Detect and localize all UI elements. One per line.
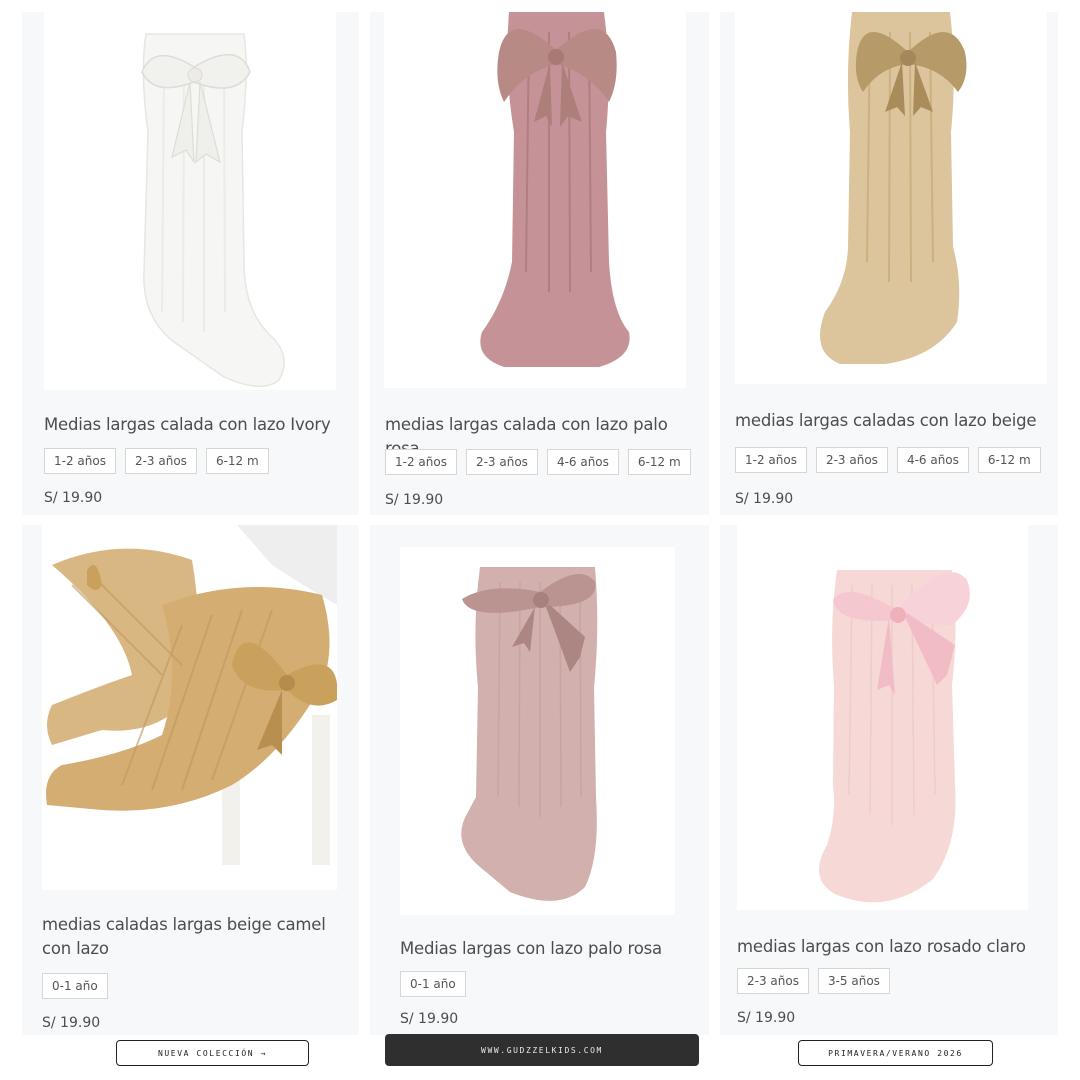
size-option[interactable]: 1-2 años bbox=[735, 447, 807, 473]
product-price: S/ 19.90 bbox=[735, 491, 794, 507]
product-price: S/ 19.90 bbox=[737, 1010, 796, 1026]
product-title[interactable]: medias caladas largas beige camel con la… bbox=[42, 913, 342, 961]
size-options: 0-1 año bbox=[42, 973, 108, 999]
size-option[interactable]: 0-1 año bbox=[400, 971, 466, 997]
product-image-camel-socks[interactable] bbox=[42, 525, 337, 890]
size-option[interactable]: 4-6 años bbox=[546, 449, 619, 475]
size-options: 0-1 año bbox=[400, 971, 466, 997]
pink-openwork-sock-icon bbox=[480, 12, 630, 367]
website-link-button[interactable]: WWW.GUDZZELKIDS.COM bbox=[385, 1034, 699, 1066]
product-image-palo-rosa-sock[interactable] bbox=[384, 12, 686, 388]
size-option[interactable]: 6-12 m bbox=[627, 449, 691, 475]
camel-socks-on-legs-icon bbox=[42, 525, 337, 890]
size-options: 2-3 años 3-5 años bbox=[737, 968, 890, 994]
size-option[interactable]: 6-12 m bbox=[977, 447, 1041, 473]
size-option[interactable]: 1-2 años bbox=[44, 448, 116, 474]
product-card[interactable]: Medias largas calada con lazo Ivory 1-2 … bbox=[22, 12, 359, 515]
size-option[interactable]: 2-3 años bbox=[737, 968, 809, 994]
size-option[interactable]: 2-3 años bbox=[124, 448, 197, 474]
white-knee-sock-icon bbox=[141, 33, 285, 387]
product-card[interactable]: medias largas con lazo rosado claro 2-3 … bbox=[720, 525, 1058, 1035]
new-collection-button[interactable]: NUEVA COLECCIÓN → bbox=[116, 1040, 309, 1066]
size-option[interactable]: 0-1 año bbox=[42, 973, 108, 999]
season-label-button[interactable]: PRIMAVERA/VERANO 2026 bbox=[798, 1040, 993, 1066]
product-price: S/ 19.90 bbox=[42, 1015, 101, 1031]
size-option[interactable]: 2-3 años bbox=[815, 447, 888, 473]
product-title[interactable]: medias largas con lazo rosado claro bbox=[737, 935, 1047, 959]
size-options: 1-2 años 2-3 años 6-12 m bbox=[44, 448, 269, 474]
product-card[interactable]: medias largas caladas con lazo beige 1-2… bbox=[720, 12, 1058, 515]
product-card[interactable]: Medias largas con lazo palo rosa 0-1 año… bbox=[370, 525, 709, 1035]
size-option[interactable]: 2-3 años bbox=[465, 449, 538, 475]
product-image-dusty-pink-sock[interactable] bbox=[400, 547, 675, 915]
size-options: 1-2 años 2-3 años 4-6 años 6-12 m bbox=[735, 447, 1041, 473]
product-card[interactable]: medias largas calada con lazo palo rosa … bbox=[370, 12, 709, 515]
product-image-beige-sock[interactable] bbox=[735, 12, 1047, 384]
product-image-light-pink-sock[interactable] bbox=[737, 525, 1028, 910]
size-option[interactable]: 6-12 m bbox=[205, 448, 269, 474]
product-title[interactable]: medias largas caladas con lazo beige bbox=[735, 409, 1055, 433]
product-title[interactable]: Medias largas calada con lazo Ivory bbox=[44, 413, 344, 437]
product-image-ivory-sock[interactable] bbox=[44, 12, 336, 390]
product-price: S/ 19.90 bbox=[400, 1011, 459, 1027]
size-option[interactable]: 4-6 años bbox=[896, 447, 969, 473]
product-card[interactable]: medias caladas largas beige camel con la… bbox=[22, 525, 359, 1035]
size-option[interactable]: 1-2 años bbox=[385, 449, 457, 475]
beige-openwork-sock-icon bbox=[820, 12, 967, 364]
dusty-pink-sock-icon bbox=[461, 567, 598, 901]
size-option[interactable]: 3-5 años bbox=[817, 968, 890, 994]
light-pink-sock-icon bbox=[819, 570, 970, 903]
size-options: 1-2 años 2-3 años 4-6 años 6-12 m bbox=[385, 449, 691, 475]
product-title[interactable]: Medias largas con lazo palo rosa bbox=[400, 937, 700, 961]
product-price: S/ 19.90 bbox=[44, 490, 103, 506]
product-price: S/ 19.90 bbox=[385, 492, 444, 508]
